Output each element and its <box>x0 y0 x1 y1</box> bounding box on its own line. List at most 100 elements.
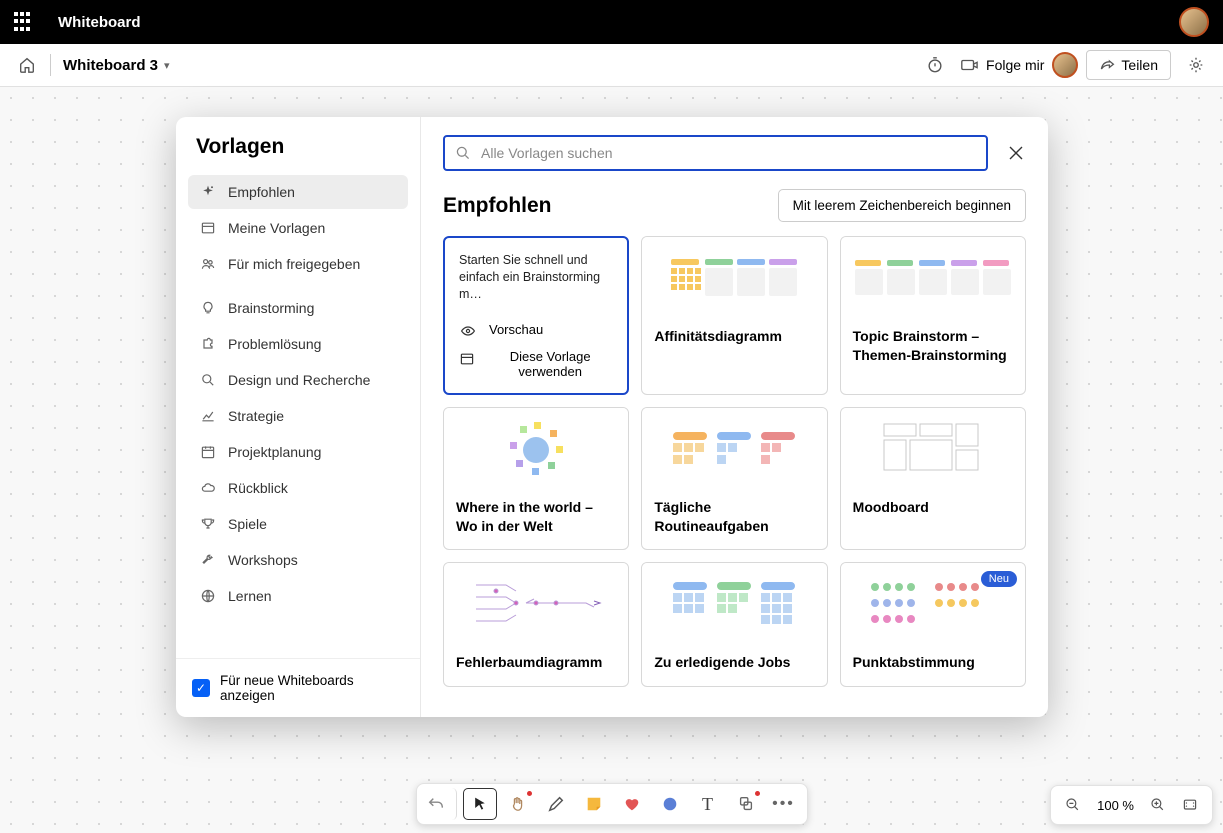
close-icon[interactable] <box>1006 143 1026 163</box>
trophy-icon <box>200 516 216 532</box>
template-card[interactable]: Zu erledigende Jobs <box>641 562 827 687</box>
sticky-note-tool[interactable] <box>577 788 611 820</box>
search-icon <box>455 145 471 161</box>
template-label: Moodboard <box>841 488 1025 531</box>
puzzle-icon <box>200 336 216 352</box>
template-card[interactable]: Moodboard <box>840 407 1026 551</box>
pen-tool[interactable] <box>539 788 573 820</box>
category-trophy[interactable]: Spiele <box>188 507 408 541</box>
settings-icon[interactable] <box>1179 48 1213 82</box>
category-cloud[interactable]: Rückblick <box>188 471 408 505</box>
follow-avatar <box>1052 52 1078 78</box>
wrench-icon <box>200 552 216 568</box>
reaction-tool[interactable] <box>615 788 649 820</box>
template-thumb <box>642 237 826 317</box>
template-thumb <box>642 408 826 488</box>
template-thumb <box>444 408 628 488</box>
undo-button[interactable] <box>423 788 457 820</box>
zoom-toolbar: 100 % <box>1050 785 1213 825</box>
category-wrench[interactable]: Workshops <box>188 543 408 577</box>
zoom-level[interactable]: 100 % <box>1089 798 1142 813</box>
share-label: Teilen <box>1121 57 1158 73</box>
chevron-down-icon[interactable]: ▾ <box>164 59 170 72</box>
template-thumb <box>841 408 1025 488</box>
templates-main: Empfohlen Mit leerem Zeichenbereich begi… <box>421 117 1048 717</box>
bulb-icon <box>200 300 216 316</box>
stamp-tool[interactable] <box>729 788 763 820</box>
more-tools[interactable]: ••• <box>767 788 801 820</box>
app-name: Whiteboard <box>58 14 141 31</box>
start-blank-button[interactable]: Mit leerem Zeichenbereich beginnen <box>778 189 1026 222</box>
template-thumb <box>642 563 826 643</box>
category-puzzle[interactable]: Problemlösung <box>188 327 408 361</box>
sparkle-icon <box>200 184 216 200</box>
category-search[interactable]: Design und Recherche <box>188 363 408 397</box>
sub-header: Whiteboard 3 ▾ Folge mir Teilen <box>0 44 1223 87</box>
template-card[interactable]: Affinitätsdiagramm <box>641 236 827 395</box>
template-thumb <box>841 237 1025 317</box>
globe-icon <box>200 588 216 604</box>
board-name[interactable]: Whiteboard 3 <box>63 57 158 74</box>
dialog-title: Vorlagen <box>176 135 420 175</box>
use-template-button[interactable]: Diese Vorlage verwenden <box>459 349 613 379</box>
shape-tool[interactable] <box>653 788 687 820</box>
chart-icon <box>200 408 216 424</box>
category-templates[interactable]: Meine Vorlagen <box>188 211 408 245</box>
show-for-new-label: Für neue Whiteboards anzeigen <box>220 673 404 703</box>
template-card[interactable]: Tägliche Routineaufgaben <box>641 407 827 551</box>
category-chart[interactable]: Strategie <box>188 399 408 433</box>
calendar-icon <box>200 444 216 460</box>
timer-icon[interactable] <box>918 48 952 82</box>
template-label: Tägliche Routineaufgaben <box>642 488 826 550</box>
checkbox-checked-icon[interactable]: ✓ <box>192 679 210 697</box>
app-launcher-icon[interactable] <box>14 12 34 32</box>
template-label: Where in the world – Wo in der Welt <box>444 488 628 550</box>
template-card[interactable]: Fehlerbaumdiagramm <box>443 562 629 687</box>
new-badge: Neu <box>981 571 1017 587</box>
search-input[interactable] <box>481 145 976 161</box>
home-icon[interactable] <box>10 48 44 82</box>
templates-icon <box>200 220 216 236</box>
templates-grid: Starten Sie schnell und einfach ein Brai… <box>443 236 1026 699</box>
template-card[interactable]: Topic Brainstorm – Themen-Brainstorming <box>840 236 1026 395</box>
template-card-selected[interactable]: Starten Sie schnell und einfach ein Brai… <box>443 236 629 395</box>
divider <box>50 54 51 76</box>
category-calendar[interactable]: Projektplanung <box>188 435 408 469</box>
template-card[interactable]: Where in the world – Wo in der Welt <box>443 407 629 551</box>
share-button[interactable]: Teilen <box>1086 50 1171 80</box>
top-bar: Whiteboard <box>0 0 1223 44</box>
pointer-tool[interactable] <box>463 788 497 820</box>
fit-screen-button[interactable] <box>1174 790 1206 820</box>
drawing-toolbar: T ••• <box>416 783 808 825</box>
selected-template-desc: Starten Sie schnell und einfach ein Brai… <box>459 252 613 303</box>
eye-icon <box>459 323 477 339</box>
shared-icon <box>200 256 216 272</box>
zoom-in-button[interactable] <box>1142 790 1174 820</box>
template-label: Punktabstimmung <box>841 643 1025 686</box>
cloud-icon <box>200 480 216 496</box>
search-box[interactable] <box>443 135 988 171</box>
template-label: Topic Brainstorm – Themen-Brainstorming <box>841 317 1025 379</box>
follow-me-button[interactable]: Folge mir <box>960 52 1078 78</box>
template-icon <box>459 351 475 367</box>
category-sparkle[interactable]: Empfohlen <box>188 175 408 209</box>
template-label: Fehlerbaumdiagramm <box>444 643 628 686</box>
text-tool[interactable]: T <box>691 788 725 820</box>
preview-button[interactable]: Vorschau <box>459 321 613 339</box>
search-icon <box>200 372 216 388</box>
category-bulb[interactable]: Brainstorming <box>188 291 408 325</box>
templates-dialog: Vorlagen EmpfohlenMeine VorlagenFür mich… <box>176 117 1048 717</box>
template-card[interactable]: Neu Punktabstimmung <box>840 562 1026 687</box>
template-label: Zu erledigende Jobs <box>642 643 826 686</box>
category-globe[interactable]: Lernen <box>188 579 408 613</box>
category-shared[interactable]: Für mich freigegeben <box>188 247 408 281</box>
show-for-new-toggle[interactable]: ✓ Für neue Whiteboards anzeigen <box>176 658 420 717</box>
follow-me-label: Folge mir <box>986 57 1044 73</box>
user-avatar[interactable] <box>1179 7 1209 37</box>
zoom-out-button[interactable] <box>1057 790 1089 820</box>
template-thumb <box>444 563 628 643</box>
hand-tool[interactable] <box>501 788 535 820</box>
main-section-title: Empfohlen <box>443 194 552 218</box>
templates-sidebar: Vorlagen EmpfohlenMeine VorlagenFür mich… <box>176 117 421 717</box>
template-label: Affinitätsdiagramm <box>642 317 826 360</box>
